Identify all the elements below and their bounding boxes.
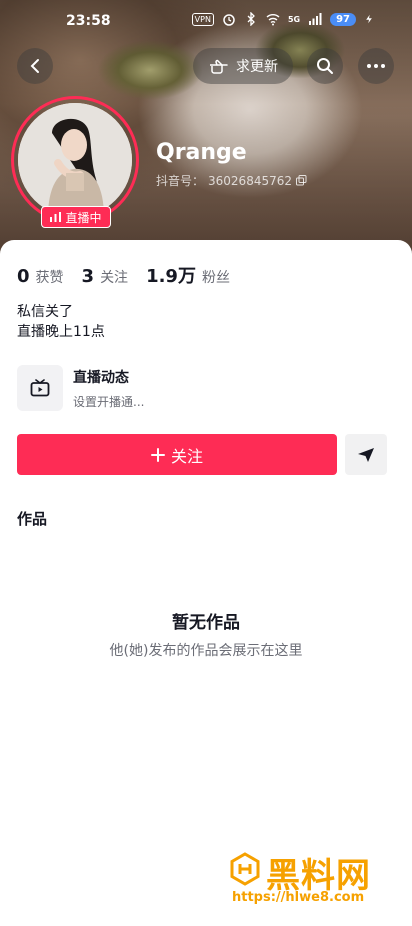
- plus-icon: [150, 447, 165, 462]
- stat-likes-label: 获赞: [35, 270, 64, 286]
- avatar: [18, 103, 132, 217]
- profile-bio: 私信关了 直播晚上11点: [17, 302, 105, 342]
- stat-followers[interactable]: 1.9万 粉丝: [146, 262, 230, 288]
- watermark-url: https://hlwe8.com: [232, 890, 365, 905]
- live-card-icon-box: [17, 365, 63, 411]
- search-button[interactable]: [307, 48, 343, 84]
- stat-following-count: 3: [81, 266, 95, 287]
- live-updates-card[interactable]: 直播动态 设置开播通...: [17, 364, 377, 412]
- status-time: 23:58: [66, 13, 111, 29]
- empty-state-title: 暂无作品: [172, 613, 240, 633]
- live-card-title: 直播动态: [73, 369, 129, 386]
- more-dots-icon: [367, 64, 385, 68]
- bluetooth-icon: [247, 12, 255, 26]
- urge-update-button[interactable]: 求更新: [193, 48, 293, 84]
- chevron-left-icon: [30, 59, 39, 73]
- live-bars-icon: [50, 212, 62, 222]
- follow-label: 关注: [170, 446, 203, 466]
- signal-icon: [309, 13, 322, 25]
- douyin-id-value: 36026845762: [208, 173, 292, 188]
- live-card-text: 直播动态 设置开播通...: [73, 367, 144, 410]
- douyin-id[interactable]: 抖音号： 36026845762: [156, 172, 307, 189]
- live-now-badge[interactable]: 直播中: [41, 206, 111, 228]
- avatar-photo: [18, 103, 132, 217]
- empty-state-subtitle: 他(她)发布的作品会展示在这里: [109, 643, 303, 659]
- alarm-icon: [223, 14, 235, 26]
- charging-icon: [366, 14, 372, 24]
- stat-following-label: 关注: [100, 270, 129, 286]
- bio-line-2: 直播晚上11点: [17, 324, 105, 340]
- status-bar: 23:58 VPN 5G 97: [0, 0, 412, 44]
- message-button[interactable]: [345, 434, 387, 475]
- watermark-logo-icon: [230, 852, 260, 886]
- watermark: 黑料网 https://hlwe8.com: [228, 848, 398, 912]
- follow-button[interactable]: 关注: [17, 434, 337, 475]
- stat-followers-label: 粉丝: [201, 270, 230, 286]
- live-card-subtitle: 设置开播通...: [73, 394, 145, 409]
- copy-icon[interactable]: [296, 175, 307, 186]
- profile-stats: 0 获赞 3 关注 1.9万 粉丝: [17, 262, 230, 288]
- douyin-id-label: 抖音号：: [156, 174, 205, 188]
- more-button[interactable]: [358, 48, 394, 84]
- live-now-label: 直播中: [65, 210, 102, 225]
- tv-icon: [30, 379, 50, 397]
- vpn-icon: VPN: [191, 12, 214, 26]
- urge-update-label: 求更新: [236, 59, 278, 75]
- bio-line-1: 私信关了: [17, 304, 73, 320]
- back-button[interactable]: [17, 48, 53, 84]
- network-label: 5G: [287, 14, 301, 24]
- stat-likes[interactable]: 0 获赞: [17, 266, 64, 287]
- search-icon: [317, 58, 333, 74]
- send-icon: [358, 447, 374, 462]
- stat-likes-count: 0: [17, 266, 30, 287]
- tab-works[interactable]: 作品: [17, 508, 47, 529]
- status-icons: VPN 5G 97: [191, 12, 374, 26]
- stat-following[interactable]: 3 关注: [82, 266, 129, 287]
- stat-followers-count: 1.9万: [146, 266, 196, 287]
- avatar-live-ring[interactable]: [11, 96, 139, 224]
- username: Qrange: [156, 140, 247, 165]
- battery-indicator: 97: [330, 12, 356, 26]
- profile-sheet: 0 获赞 3 关注 1.9万 粉丝 私信关了 直播晚上11点 直播动态 设置开播…: [0, 240, 412, 926]
- pointing-hand-icon: [210, 59, 228, 74]
- wifi-icon: [266, 14, 280, 26]
